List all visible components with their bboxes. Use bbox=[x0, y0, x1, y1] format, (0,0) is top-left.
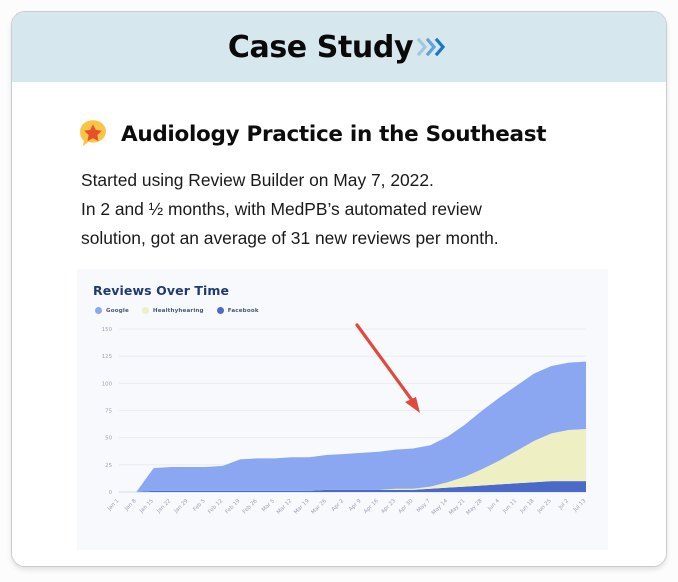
screenshot-root: Case Study Audiology Practice in the Sou… bbox=[0, 0, 678, 582]
card-header: Case Study bbox=[12, 12, 666, 82]
svg-text:25: 25 bbox=[105, 463, 112, 469]
description-line-1: Started using Review Builder on May 7, 2… bbox=[81, 170, 434, 190]
description-line-3: solution, got an average of 31 new revie… bbox=[81, 228, 499, 248]
svg-text:Feb 12: Feb 12 bbox=[207, 498, 224, 515]
svg-text:Jun 25: Jun 25 bbox=[536, 498, 553, 515]
legend-swatch-facebook bbox=[216, 307, 224, 314]
legend-swatch-healthyhearing bbox=[141, 307, 149, 314]
svg-text:Apr 16: Apr 16 bbox=[363, 498, 380, 515]
legend-item-healthyhearing[interactable]: Healthyhearing bbox=[141, 307, 204, 314]
subhead-row: Audiology Practice in the Southeast bbox=[77, 118, 547, 150]
svg-text:Feb 26: Feb 26 bbox=[242, 498, 259, 515]
legend-item-google[interactable]: Google bbox=[95, 307, 129, 314]
svg-text:Jan 1: Jan 1 bbox=[106, 498, 120, 512]
svg-text:125: 125 bbox=[102, 354, 112, 360]
svg-text:Mar 12: Mar 12 bbox=[276, 498, 294, 516]
svg-text:75: 75 bbox=[105, 409, 112, 415]
svg-text:Jan 22: Jan 22 bbox=[155, 498, 172, 515]
svg-text:Jun 4: Jun 4 bbox=[486, 498, 501, 513]
svg-text:150: 150 bbox=[102, 327, 113, 333]
svg-text:Jan 8: Jan 8 bbox=[123, 498, 138, 513]
svg-text:Feb 5: Feb 5 bbox=[192, 498, 207, 513]
svg-text:May 28: May 28 bbox=[465, 498, 484, 517]
stacked-area-chart: 0 25 50 75 100 125 150 Jan 1 Jan 8 Jan 15 Jan 22 Ja… bbox=[102, 323, 588, 517]
header-title-wrap: Case Study bbox=[228, 30, 450, 65]
case-study-subtitle: Audiology Practice in the Southeast bbox=[121, 121, 547, 147]
svg-text:Mar 5: Mar 5 bbox=[261, 498, 276, 513]
svg-text:Mar 19: Mar 19 bbox=[293, 498, 311, 516]
legend-label-healthyhearing: Healthyhearing bbox=[152, 307, 204, 314]
legend-label-facebook: Facebook bbox=[227, 307, 259, 314]
svg-text:Jul 2: Jul 2 bbox=[557, 498, 570, 511]
svg-text:Mar 26: Mar 26 bbox=[310, 498, 328, 516]
svg-text:May 21: May 21 bbox=[448, 498, 466, 516]
legend-swatch-google bbox=[95, 307, 102, 314]
svg-text:50: 50 bbox=[105, 436, 112, 442]
chart-legend: Google Healthyhearing Facebook bbox=[95, 307, 259, 314]
svg-text:Jan 15: Jan 15 bbox=[138, 498, 155, 515]
svg-text:Jan 29: Jan 29 bbox=[173, 498, 190, 515]
chart-plot-area: 0 25 50 75 100 125 150 Jan 1 Jan 8 Jan 15 Jan 22 Ja… bbox=[77, 321, 608, 550]
svg-text:Jun 11: Jun 11 bbox=[501, 498, 518, 515]
page-title: Case Study bbox=[227, 29, 414, 65]
legend-item-facebook[interactable]: Facebook bbox=[216, 307, 259, 314]
star-speech-bubble-icon bbox=[77, 118, 109, 150]
case-study-card: Case Study Audiology Practice in the Sou… bbox=[11, 11, 667, 567]
card-body: Audiology Practice in the Southeast Star… bbox=[12, 82, 666, 566]
svg-text:Apr 23: Apr 23 bbox=[380, 498, 397, 515]
case-study-description: Started using Review Builder on May 7, 2… bbox=[81, 166, 621, 253]
legend-label-google: Google bbox=[106, 307, 129, 314]
double-chevron-right-icon bbox=[416, 32, 450, 62]
svg-text:May 7: May 7 bbox=[416, 498, 432, 514]
svg-text:Apr 2: Apr 2 bbox=[331, 498, 345, 512]
svg-text:Apr 9: Apr 9 bbox=[348, 498, 363, 513]
red-arrow-annotation bbox=[355, 323, 420, 413]
svg-text:Feb 19: Feb 19 bbox=[224, 498, 241, 515]
svg-text:May 14: May 14 bbox=[431, 498, 450, 517]
svg-text:0: 0 bbox=[109, 490, 113, 496]
svg-text:100: 100 bbox=[102, 381, 113, 387]
description-line-2: In 2 and ½ months, with MedPB’s automate… bbox=[81, 199, 482, 219]
svg-text:Jul 13: Jul 13 bbox=[572, 498, 588, 514]
chart-title: Reviews Over Time bbox=[93, 283, 230, 298]
svg-text:Apr 30: Apr 30 bbox=[398, 498, 415, 515]
reviews-chart-panel: Reviews Over Time Google Healthyhearing … bbox=[77, 269, 608, 550]
svg-text:Jun 18: Jun 18 bbox=[519, 498, 536, 515]
